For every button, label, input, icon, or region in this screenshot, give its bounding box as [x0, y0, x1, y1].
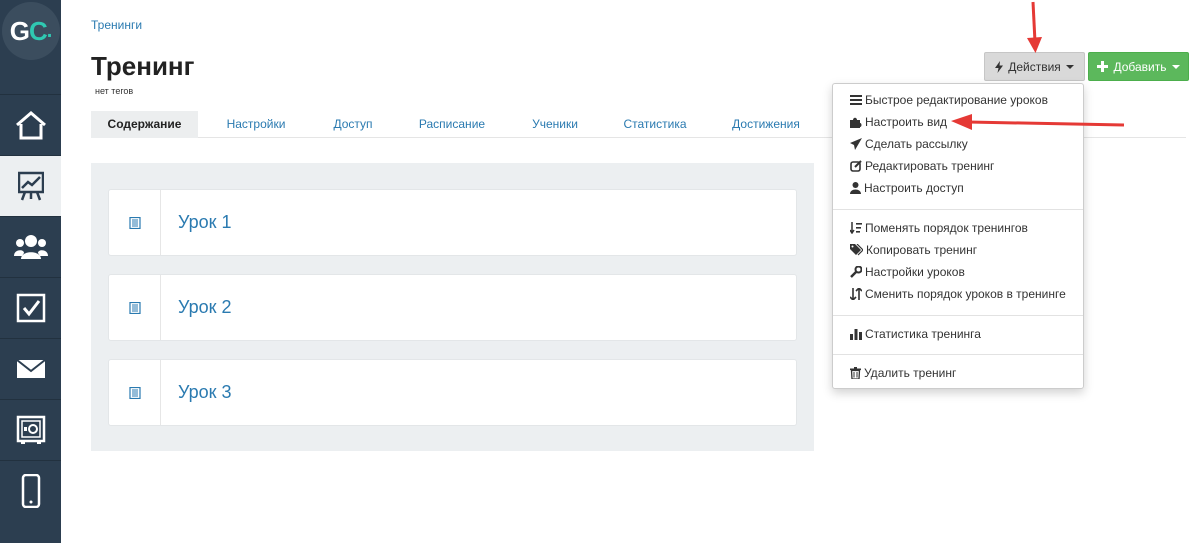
lesson-item[interactable]: Урок 2	[108, 274, 797, 341]
document-icon	[128, 301, 141, 314]
tab-students[interactable]: Ученики	[519, 111, 591, 138]
wrench-icon	[850, 266, 862, 278]
lesson-item[interactable]: Урок 1	[108, 189, 797, 256]
actions-dropdown-menu: Быстрое редактирование уроков Настроить …	[832, 83, 1084, 389]
actions-button-label: Действия	[1008, 59, 1061, 74]
logo-dot: .	[46, 19, 52, 42]
bolt-icon	[995, 60, 1004, 73]
bar-chart-icon	[850, 328, 862, 340]
sidebar-item-safe[interactable]	[0, 399, 61, 460]
menu-item-label: Удалить тренинг	[864, 366, 957, 380]
lesson-item[interactable]: Урок 3	[108, 359, 797, 426]
sidebar-item-tasks[interactable]	[0, 277, 61, 338]
tab-access[interactable]: Доступ	[321, 111, 385, 138]
sidebar-item-mail[interactable]	[0, 338, 61, 399]
training-icon	[17, 171, 44, 201]
menu-item-label: Редактировать тренинг	[865, 159, 995, 173]
menu-item-label: Настроить вид	[865, 115, 948, 129]
sort-order-icon	[850, 222, 862, 234]
actions-button[interactable]: Действия	[984, 52, 1085, 81]
menu-item-quick-edit-lessons[interactable]: Быстрое редактирование уроков	[850, 91, 1048, 109]
mail-icon	[15, 359, 46, 378]
sidebar-item-training[interactable]	[0, 155, 61, 216]
logo-letter-g: G	[9, 15, 30, 46]
annotation-arrow-down	[1027, 1, 1042, 53]
menu-item-send-mailing[interactable]: Сделать рассылку	[850, 135, 968, 153]
tab-achievements[interactable]: Достижения	[721, 111, 811, 138]
lesson-icon-cell	[109, 360, 161, 425]
menu-item-copy-training[interactable]: Копировать тренинг	[850, 241, 977, 259]
logo-letter-c: C	[28, 15, 48, 46]
lesson-icon-cell	[109, 275, 161, 340]
menu-item-label: Настройки уроков	[865, 265, 965, 279]
sidebar-item-users[interactable]	[0, 216, 61, 277]
menu-item-change-lesson-order[interactable]: Сменить порядок уроков в тренинге	[850, 285, 1066, 303]
list-icon	[850, 95, 862, 105]
page-title: Тренинг	[91, 51, 195, 81]
tags-icon	[850, 244, 863, 256]
send-icon	[850, 138, 862, 150]
safe-icon	[16, 415, 45, 444]
menu-item-configure-access[interactable]: Настроить доступ	[850, 179, 964, 197]
swap-icon	[850, 288, 862, 300]
menu-item-label: Поменять порядок тренингов	[865, 221, 1028, 235]
breadcrumb[interactable]: Тренинги	[91, 18, 142, 32]
menu-item-edit-training[interactable]: Редактировать тренинг	[850, 157, 994, 175]
tab-content[interactable]: Содержание	[91, 111, 198, 138]
add-button-label: Добавить	[1113, 59, 1167, 74]
lesson-title[interactable]: Урок 3	[178, 360, 232, 425]
plus-icon	[1097, 61, 1109, 72]
sidebar-item-mobile[interactable]	[0, 460, 61, 521]
menu-item-reorder-trainings[interactable]: Поменять порядок тренингов	[850, 219, 1028, 237]
user-icon	[850, 182, 861, 194]
lesson-title[interactable]: Урок 2	[178, 275, 232, 340]
trash-icon	[850, 367, 861, 379]
menu-divider	[833, 354, 1083, 355]
tab-statistics[interactable]: Статистика	[614, 111, 696, 138]
edit-icon	[850, 160, 862, 172]
menu-divider	[833, 209, 1083, 210]
menu-item-customize-view[interactable]: Настроить вид	[850, 113, 947, 131]
menu-divider	[833, 315, 1083, 316]
chevron-down-icon	[1171, 64, 1180, 69]
menu-item-label: Настроить доступ	[864, 181, 964, 195]
sidebar-item-home[interactable]	[0, 94, 61, 155]
lesson-title[interactable]: Урок 1	[178, 190, 232, 255]
lesson-icon-cell	[109, 190, 161, 255]
menu-item-label: Копировать тренинг	[866, 243, 978, 257]
tab-schedule[interactable]: Расписание	[406, 111, 498, 138]
menu-item-training-statistics[interactable]: Статистика тренинга	[850, 325, 981, 343]
puzzle-icon	[850, 117, 862, 128]
menu-item-label: Сменить порядок уроков в тренинге	[865, 287, 1066, 301]
menu-item-lesson-settings[interactable]: Настройки уроков	[850, 263, 965, 281]
document-icon	[128, 386, 141, 399]
menu-item-label: Статистика тренинга	[865, 327, 981, 341]
mobile-icon	[21, 474, 40, 508]
home-icon	[15, 111, 46, 140]
add-button[interactable]: Добавить	[1088, 52, 1189, 81]
menu-item-label: Сделать рассылку	[865, 137, 968, 151]
menu-item-label: Быстрое редактирование уроков	[865, 93, 1048, 107]
users-icon	[13, 235, 48, 259]
document-icon	[128, 216, 141, 229]
tags-label: нет тегов	[95, 86, 134, 96]
tab-settings[interactable]: Настройки	[213, 111, 299, 138]
tasks-icon	[16, 293, 45, 323]
menu-item-delete-training[interactable]: Удалить тренинг	[850, 364, 956, 382]
logo-mark: GC.	[1, 2, 60, 60]
sidebar: GC.	[0, 0, 61, 543]
lessons-panel: Урок 1 Урок 2 Урок 3	[91, 163, 814, 451]
chevron-down-icon	[1065, 64, 1074, 69]
logo[interactable]: GC.	[0, 0, 61, 62]
